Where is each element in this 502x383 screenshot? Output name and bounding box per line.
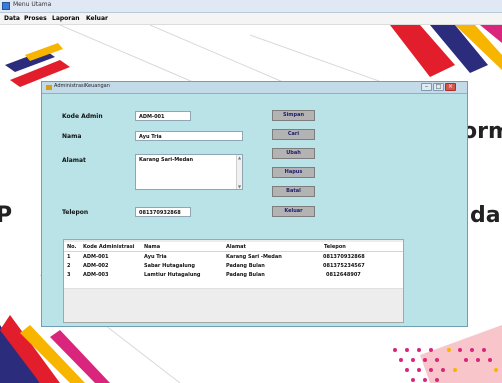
alamat-textarea[interactable]: Karang Sari-Medan ▲ ▼	[135, 154, 243, 190]
menu-keluar[interactable]: Keluar	[86, 15, 108, 22]
table-row-empty[interactable]	[64, 279, 403, 289]
kode-admin-input[interactable]: ADM-001	[135, 111, 191, 121]
alamat-value: Karang Sari-Medan	[139, 157, 194, 163]
dialog-title: AdministrasiKeuangan	[54, 83, 110, 89]
data-grid[interactable]: No. Kode Administrasi Nama Alamat Telepo…	[63, 239, 404, 323]
cell-kode: ADM-003	[83, 272, 109, 278]
maximize-button[interactable]: □	[433, 83, 444, 91]
dialog-titlebar: AdministrasiKeuangan – □ ×	[42, 82, 467, 94]
nama-input[interactable]: Ayu Tria	[135, 131, 243, 141]
scroll-up-icon[interactable]: ▲	[237, 155, 242, 160]
simpan-button[interactable]: Simpan	[272, 110, 315, 121]
keluar-button[interactable]: Keluar	[272, 206, 315, 217]
cell-nama: Sabar Hutagalung	[144, 263, 196, 269]
cell-telepon: 081370932868	[323, 254, 365, 260]
cell-alamat: Padang Bulan	[226, 272, 265, 278]
form-icon	[46, 85, 52, 90]
close-button[interactable]: ×	[445, 83, 456, 91]
cell-no: 1	[67, 254, 71, 260]
nama-label: Nama	[62, 133, 82, 140]
background-text-fragment: orm	[462, 119, 502, 144]
hapus-button[interactable]: Hapus	[272, 167, 315, 178]
ubah-button[interactable]: Ubah	[272, 148, 315, 159]
column-header[interactable]: Kode Administrasi	[83, 244, 134, 250]
background-text-fragment: P	[0, 203, 13, 228]
cell-nama: Lamtiur Hutagalung	[144, 272, 201, 278]
column-header[interactable]: No.	[67, 244, 77, 250]
cell-kode: ADM-001	[83, 254, 109, 260]
minimize-button[interactable]: –	[421, 83, 432, 91]
menu-proses[interactable]: Proses	[24, 15, 47, 22]
cell-no: 3	[67, 272, 71, 278]
menu-bar: Data Proses Laporan Keluar	[0, 13, 502, 25]
cell-no: 2	[67, 263, 71, 269]
column-header[interactable]: Telepon	[324, 244, 346, 250]
alamat-label: Alamat	[62, 157, 86, 164]
alamat-scrollbar[interactable]: ▲ ▼	[236, 155, 242, 189]
column-header[interactable]: Alamat	[226, 244, 246, 250]
cell-nama: Ayu Tria	[144, 254, 167, 260]
cell-alamat: Padang Bulan	[226, 263, 265, 269]
cell-telepon: 081375234567	[323, 263, 365, 269]
telepon-label: Telepon	[62, 209, 89, 216]
window-title: Menu Utama	[13, 1, 52, 8]
cell-telepon: 0812648907	[326, 272, 361, 278]
cell-alamat: Karang Sari -Medan	[226, 254, 282, 260]
app-icon	[2, 2, 10, 10]
cari-button[interactable]: Cari	[272, 129, 315, 140]
batal-button[interactable]: Batal	[272, 186, 315, 197]
scroll-down-icon[interactable]: ▼	[237, 184, 242, 189]
cell-kode: ADM-002	[83, 263, 109, 269]
kode-admin-label: Kode Admin	[62, 113, 103, 120]
menu-laporan[interactable]: Laporan	[52, 15, 80, 22]
telepon-input[interactable]: 081370932868	[135, 207, 191, 217]
window-titlebar: Menu Utama	[0, 0, 502, 13]
background-text-fragment: da	[470, 203, 501, 228]
menu-data[interactable]: Data	[4, 15, 20, 22]
grid-header-row: No. Kode Administrasi Nama Alamat Telepo…	[64, 242, 403, 252]
administrasi-keuangan-dialog: AdministrasiKeuangan – □ × Kode Admin AD…	[41, 81, 468, 327]
column-header[interactable]: Nama	[144, 244, 160, 250]
